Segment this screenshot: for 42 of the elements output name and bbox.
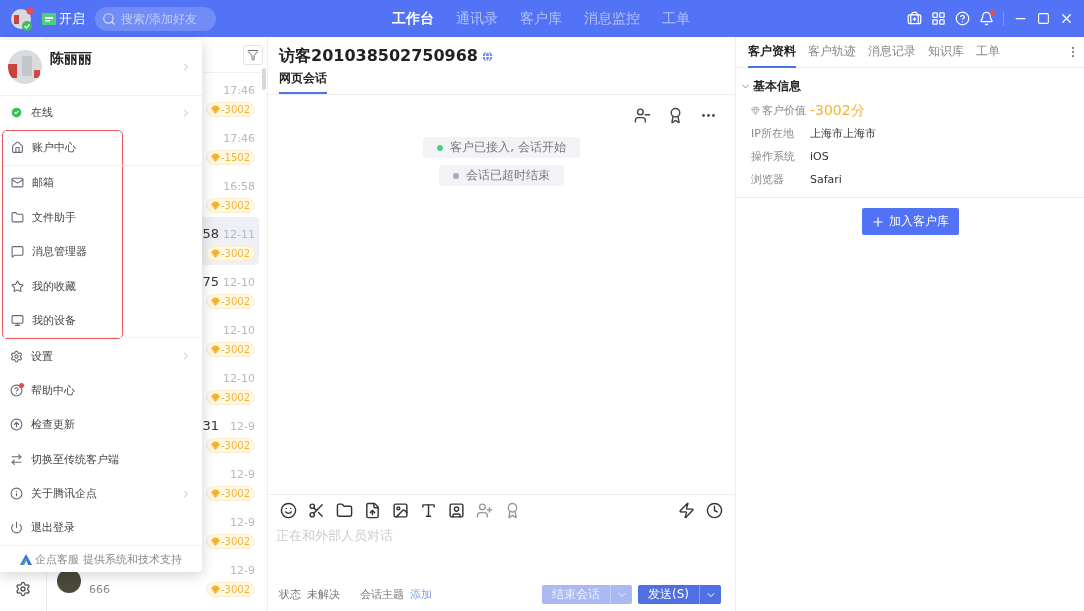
value-badge: -3002: [205, 293, 255, 309]
value-badge: -3002: [205, 389, 255, 405]
message-time: 17:46: [223, 132, 255, 145]
contact-name: 58: [202, 226, 219, 241]
message-time: 12-10: [223, 372, 255, 385]
status-value: 未解决: [307, 587, 340, 602]
message-time: 16:58: [223, 180, 255, 193]
message-time: 12-9: [230, 516, 255, 529]
value-badge: -3002: [205, 341, 255, 357]
message-preview: 666: [89, 582, 110, 596]
field-label: 操作系统: [751, 149, 796, 164]
field-label: 浏览器: [751, 172, 785, 187]
system-message: 客户已接入, 会话开始: [423, 137, 580, 158]
field-value: Safari: [810, 173, 843, 186]
message-time: 17:46: [223, 84, 255, 97]
support-note: 企点客服 提供系统和技术支持: [0, 545, 202, 573]
value-badge: -3002: [205, 197, 255, 213]
contact-name: 31: [202, 418, 219, 433]
message-time: 12-9: [230, 564, 255, 577]
message-time: 12-10: [223, 276, 255, 289]
user-name: 陈丽丽: [50, 50, 93, 68]
topic-label: 会话主题: [360, 587, 404, 602]
chat-title: 访客201038502750968: [279, 46, 478, 67]
field-value: iOS: [810, 150, 830, 163]
field-value: 上海市上海市: [810, 126, 877, 141]
value-badge: -3002: [205, 485, 255, 501]
message-time: 12-10: [223, 324, 255, 337]
message-time: 12-9: [230, 420, 255, 433]
value-badge: -3002: [205, 581, 255, 597]
contact-name: 75: [202, 274, 219, 289]
value-badge: -1502: [205, 149, 255, 165]
value-badge: -3002: [205, 101, 255, 117]
field-value: -3002分: [810, 101, 866, 120]
message-time: 12-9: [230, 468, 255, 481]
value-badge: -3002: [205, 245, 255, 261]
value-badge: -3002: [205, 437, 255, 453]
system-message: 会话已超时结束: [439, 165, 564, 186]
value-badge: -3002: [205, 533, 255, 549]
field-label: 客户价值: [751, 103, 810, 118]
status-label: 状态: [279, 587, 301, 602]
message-time: 12-11: [223, 228, 255, 241]
field-label: IP所在地: [751, 126, 795, 141]
